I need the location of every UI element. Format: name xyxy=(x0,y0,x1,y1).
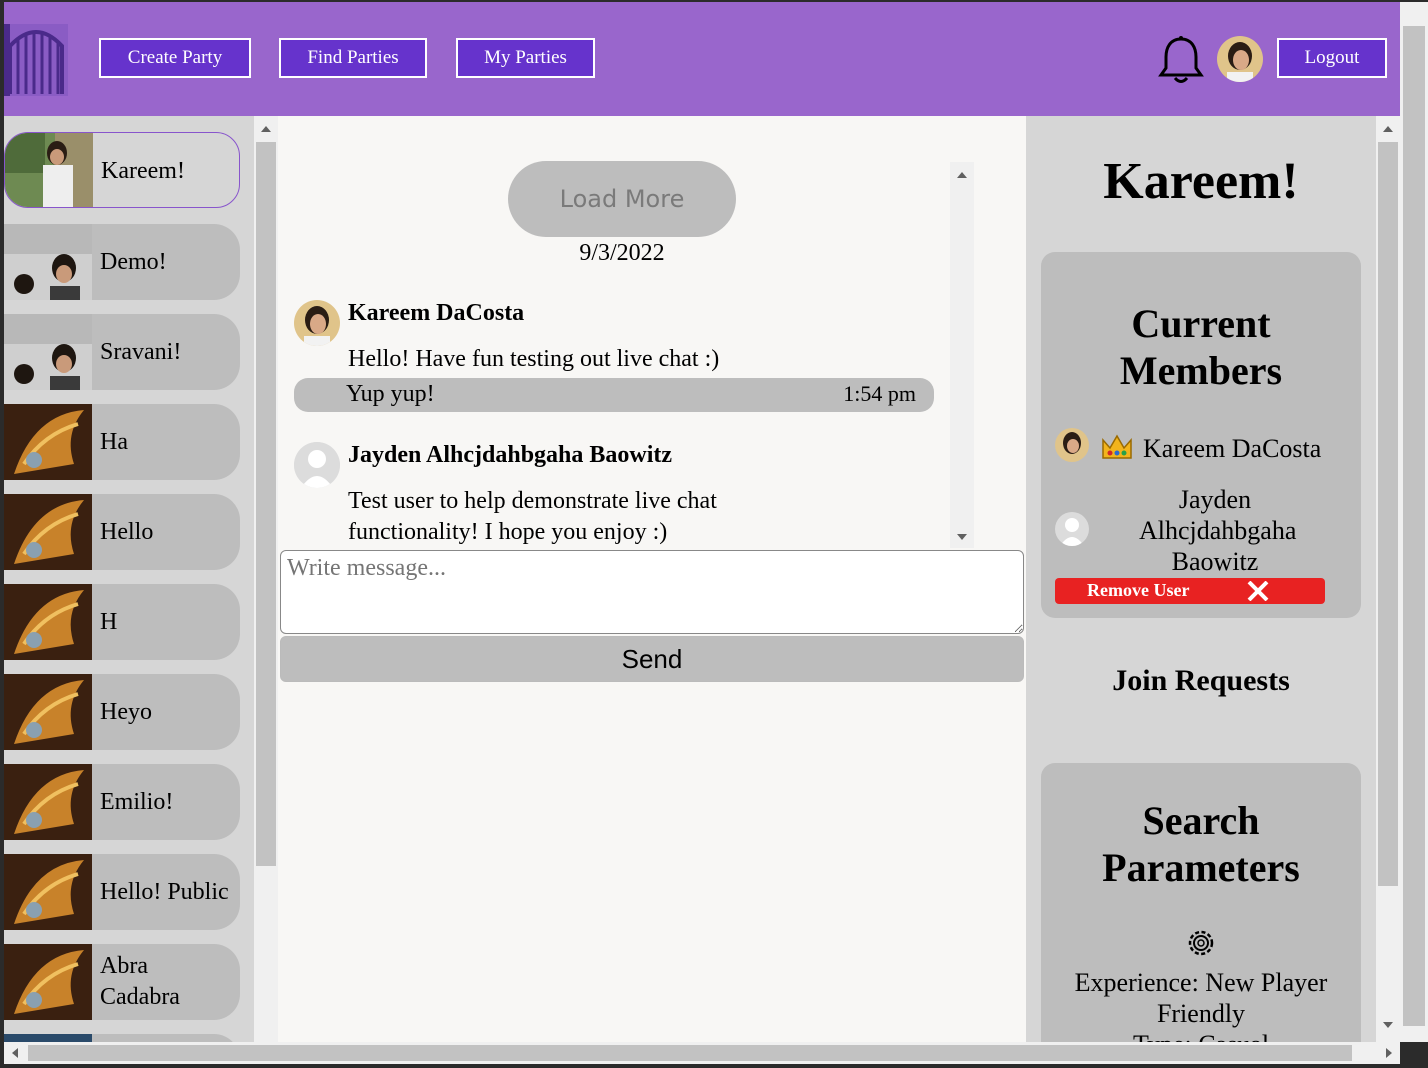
page-horizontal-scrollbar[interactable] xyxy=(4,1042,1400,1064)
member-avatar[interactable] xyxy=(1055,428,1089,462)
chat-panel: Load More 9/3/2022 Kareem DaCosta Hello!… xyxy=(278,116,1026,1042)
scroll-down-arrow-icon[interactable] xyxy=(1383,1022,1393,1028)
message-input[interactable] xyxy=(280,550,1024,634)
party-thumbnail xyxy=(4,764,92,840)
message-author: Kareem DaCosta xyxy=(348,300,525,326)
scroll-right-arrow-icon[interactable] xyxy=(1386,1048,1392,1058)
experience-param: Experience: New Player Friendly xyxy=(1074,968,1328,1028)
party-item-hello[interactable]: Hello xyxy=(4,494,240,570)
party-item-demo[interactable]: Demo! xyxy=(4,224,240,300)
create-party-button[interactable]: Create Party xyxy=(99,38,251,78)
message-text: Test user to help demonstrate live chat … xyxy=(348,488,717,545)
remove-user-label: Remove User xyxy=(1087,580,1190,600)
party-item-ha[interactable]: Ha xyxy=(4,404,240,480)
castle-gate-logo[interactable] xyxy=(4,24,68,96)
party-item-emilio[interactable]: Emilio! xyxy=(4,764,240,840)
party-thumbnail xyxy=(4,854,92,930)
party-info-panel: Kareem! Current Members Kareem DaCosta J… xyxy=(1026,116,1376,1042)
party-item-abra-cadabra[interactable]: Abra Cadabra xyxy=(4,944,240,1020)
member-name: Kareem DaCosta xyxy=(1143,434,1322,463)
party-list-sidebar: Kareem! Demo! Sravani! Ha Hello H Heyo E… xyxy=(4,116,254,1042)
message-timestamp: 1:54 pm xyxy=(843,381,916,406)
party-label: Kareem! xyxy=(101,157,185,184)
party-thumbnail xyxy=(4,494,92,570)
default-avatar-icon[interactable] xyxy=(1055,512,1089,546)
party-label: Emilio! xyxy=(100,788,174,815)
party-panel-scrollbar[interactable] xyxy=(1376,116,1400,1042)
party-title: Kareem! xyxy=(1103,153,1299,210)
scroll-down-arrow-icon[interactable] xyxy=(957,534,967,540)
scroll-up-arrow-icon[interactable] xyxy=(957,172,967,178)
browser-viewport: Create Party Find Parties My Parties Log… xyxy=(4,2,1400,1042)
party-label: Hello! Public xyxy=(100,878,229,905)
gear-icon[interactable] xyxy=(1185,927,1217,959)
search-parameters-heading: Search Parameters xyxy=(1102,798,1300,890)
message-author: Jayden Alhcjdahbgaha Baowitz xyxy=(348,442,673,468)
party-item-hello-public[interactable]: Hello! Public xyxy=(4,854,240,930)
party-item-h[interactable]: H xyxy=(4,584,240,660)
party-thumbnail xyxy=(4,404,92,480)
sidebar-scrollbar[interactable] xyxy=(254,116,278,1042)
close-icon xyxy=(1247,581,1269,601)
scrollbar-thumb[interactable] xyxy=(1378,142,1398,886)
join-requests-heading: Join Requests xyxy=(1112,664,1290,697)
user-avatar[interactable] xyxy=(1217,36,1263,82)
scroll-up-arrow-icon[interactable] xyxy=(261,126,271,132)
party-thumbnail xyxy=(4,224,92,300)
party-thumbnail xyxy=(4,944,92,1020)
party-label: Demo! xyxy=(100,248,167,275)
party-label: Heyo xyxy=(100,698,152,725)
scroll-left-arrow-icon[interactable] xyxy=(12,1048,18,1058)
party-label: Ha xyxy=(100,428,128,455)
scrollbar-thumb[interactable] xyxy=(28,1045,1352,1061)
members-heading: Current Members xyxy=(1119,301,1283,393)
party-item-heyo[interactable]: Heyo xyxy=(4,674,240,750)
party-thumbnail xyxy=(4,674,92,750)
message-text: Hello! Have fun testing out live chat :) xyxy=(348,346,720,372)
party-thumbnail xyxy=(5,133,93,207)
crown-icon xyxy=(1102,434,1132,459)
remove-user-button[interactable]: Remove User xyxy=(1055,578,1325,604)
current-members-card: Current Members Kareem DaCosta Jayden Al… xyxy=(1041,252,1361,618)
party-label: H xyxy=(100,608,118,635)
default-avatar-icon[interactable] xyxy=(294,442,340,488)
send-button[interactable]: Send xyxy=(280,636,1024,682)
party-thumbnail xyxy=(4,1034,92,1042)
party-item-kareem[interactable]: Kareem! xyxy=(4,132,240,208)
find-parties-button[interactable]: Find Parties xyxy=(279,38,427,78)
party-item-partial[interactable] xyxy=(4,1034,240,1042)
party-label: Sravani! xyxy=(100,338,182,365)
type-param: Type: Casual xyxy=(1041,1029,1361,1042)
my-parties-button[interactable]: My Parties xyxy=(456,38,595,78)
scrollbar-thumb[interactable] xyxy=(256,142,276,866)
scrollbar-thumb[interactable] xyxy=(1403,26,1425,1026)
bell-icon[interactable] xyxy=(1158,35,1204,85)
party-thumbnail xyxy=(4,584,92,660)
search-parameters-card: Search Parameters Experience: New Player… xyxy=(1041,763,1361,1042)
party-label: Hello xyxy=(100,518,154,545)
message-text: Yup yup! xyxy=(346,381,435,407)
party-thumbnail xyxy=(4,314,92,390)
logout-button[interactable]: Logout xyxy=(1277,38,1387,78)
party-item-sravani[interactable]: Sravani! xyxy=(4,314,240,390)
member-name: Jayden Alhcjdahbgaha Baowitz xyxy=(1139,485,1297,576)
party-label: Abra Cadabra xyxy=(100,953,180,1010)
page-vertical-scrollbar[interactable] xyxy=(1400,2,1428,1042)
message-hover-row[interactable]: Yup yup! 1:54 pm xyxy=(294,378,934,412)
messages-scrollbar[interactable] xyxy=(950,162,974,548)
chat-date-divider: 9/3/2022 xyxy=(579,240,665,266)
top-navbar: Create Party Find Parties My Parties Log… xyxy=(4,2,1400,116)
load-more-button[interactable]: Load More xyxy=(508,161,736,237)
author-avatar[interactable] xyxy=(294,300,340,346)
scroll-up-arrow-icon[interactable] xyxy=(1383,126,1393,132)
